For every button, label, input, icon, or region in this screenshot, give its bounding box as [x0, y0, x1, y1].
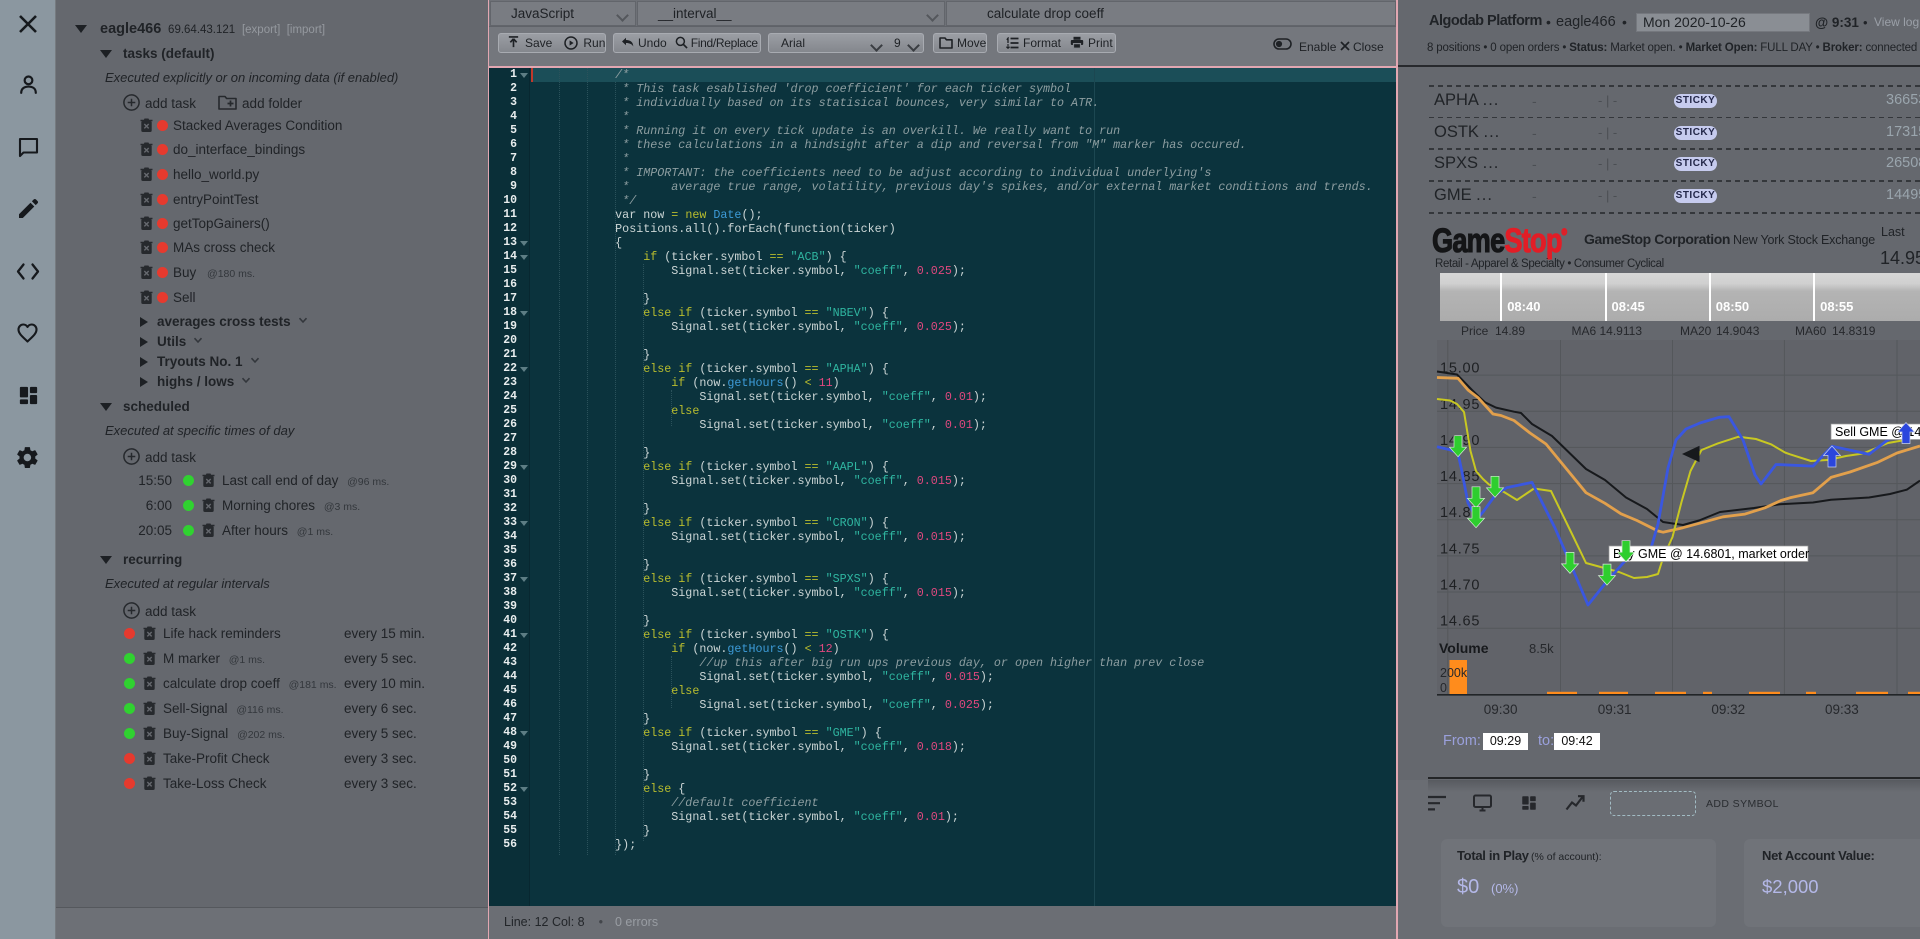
svg-text:14.70: 14.70	[1440, 578, 1480, 594]
svg-text:8.5k: 8.5k	[1529, 641, 1554, 656]
svg-text:14.75: 14.75	[1440, 541, 1480, 557]
svg-text:09:30: 09:30	[1484, 702, 1518, 717]
svg-text:200k: 200k	[1440, 666, 1468, 680]
svg-text:09:33: 09:33	[1825, 702, 1859, 717]
svg-text:Volume: Volume	[1439, 640, 1489, 656]
svg-text:09:31: 09:31	[1598, 702, 1632, 717]
svg-text:09:32: 09:32	[1711, 702, 1745, 717]
svg-text:15.00: 15.00	[1440, 361, 1480, 377]
svg-text:0: 0	[1440, 681, 1447, 695]
svg-text:14.85: 14.85	[1440, 469, 1480, 485]
svg-text:Buy GME @ 14.6801, market orde: Buy GME @ 14.6801, market order	[1613, 547, 1809, 561]
svg-text:14.65: 14.65	[1440, 614, 1480, 630]
